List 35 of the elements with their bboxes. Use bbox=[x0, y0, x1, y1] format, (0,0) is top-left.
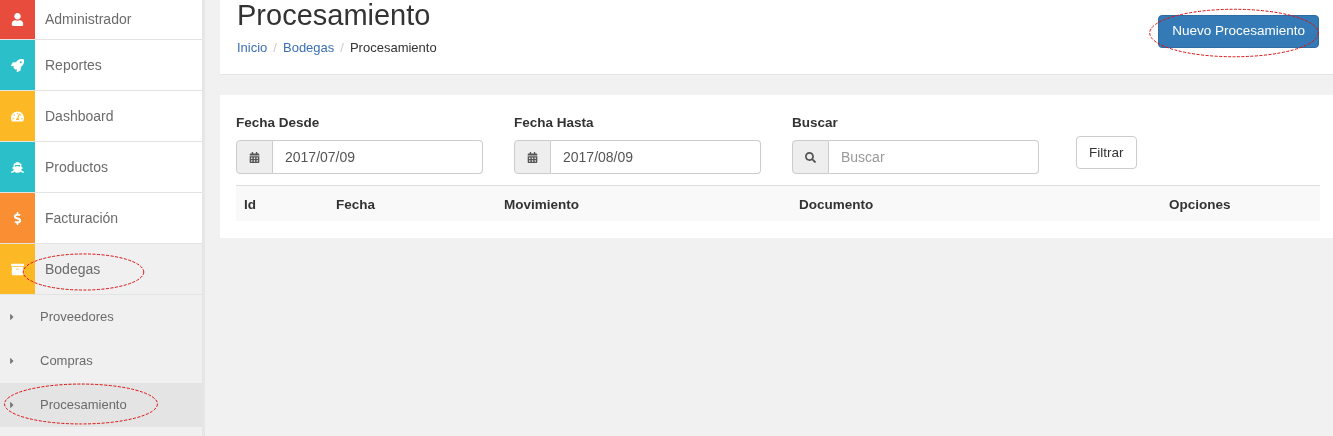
search-icon bbox=[805, 151, 816, 163]
date-field[interactable]: 2017/07/09 bbox=[273, 140, 483, 175]
dollar-icon bbox=[11, 211, 24, 225]
sidebar-item[interactable]: Administrador bbox=[0, 0, 202, 40]
ship-icon bbox=[11, 160, 24, 174]
breadcrumb-separator: / bbox=[273, 39, 277, 57]
column-header: Fecha bbox=[336, 196, 376, 212]
calendar-icon bbox=[249, 151, 260, 163]
search-field[interactable]: Buscar bbox=[829, 140, 1039, 175]
date-field[interactable]: 2017/08/09 bbox=[551, 140, 761, 175]
user-icon bbox=[11, 13, 24, 26]
column-header: Documento bbox=[799, 196, 874, 212]
field-label: Fecha Desde bbox=[236, 114, 321, 132]
rocket-icon bbox=[11, 58, 24, 72]
calendar-icon bbox=[527, 151, 538, 163]
breadcrumb-separator: / bbox=[340, 39, 344, 57]
filter-button[interactable]: Filtrar bbox=[1076, 136, 1137, 170]
sidebar-item[interactable]: Reportes bbox=[0, 40, 202, 91]
archive-box-icon bbox=[11, 262, 24, 276]
field-label: Fecha Hasta bbox=[514, 114, 595, 132]
sidebar-item[interactable]: Facturación bbox=[0, 193, 202, 244]
breadcrumb-link[interactable]: Inicio bbox=[237, 38, 268, 58]
sidebar-item[interactable]: Bodegas bbox=[0, 244, 202, 295]
new-processing-button[interactable]: Nuevo Procesamiento bbox=[1158, 15, 1319, 48]
column-header: Id bbox=[244, 196, 256, 212]
field-label: Buscar bbox=[792, 114, 839, 132]
breadcrumb-link[interactable]: Bodegas bbox=[283, 38, 335, 58]
column-header: Movimiento bbox=[504, 196, 579, 212]
breadcrumb-current: Procesamiento bbox=[349, 39, 437, 57]
sidebar-item[interactable]: Productos bbox=[0, 142, 202, 193]
column-header: Opciones bbox=[1169, 196, 1231, 212]
page-title: Procesamiento bbox=[237, 0, 432, 32]
sidebar-item[interactable]: Dashboard bbox=[0, 91, 202, 142]
submenu-item[interactable]: Procesamiento bbox=[0, 383, 202, 427]
gauge-icon bbox=[11, 109, 24, 123]
